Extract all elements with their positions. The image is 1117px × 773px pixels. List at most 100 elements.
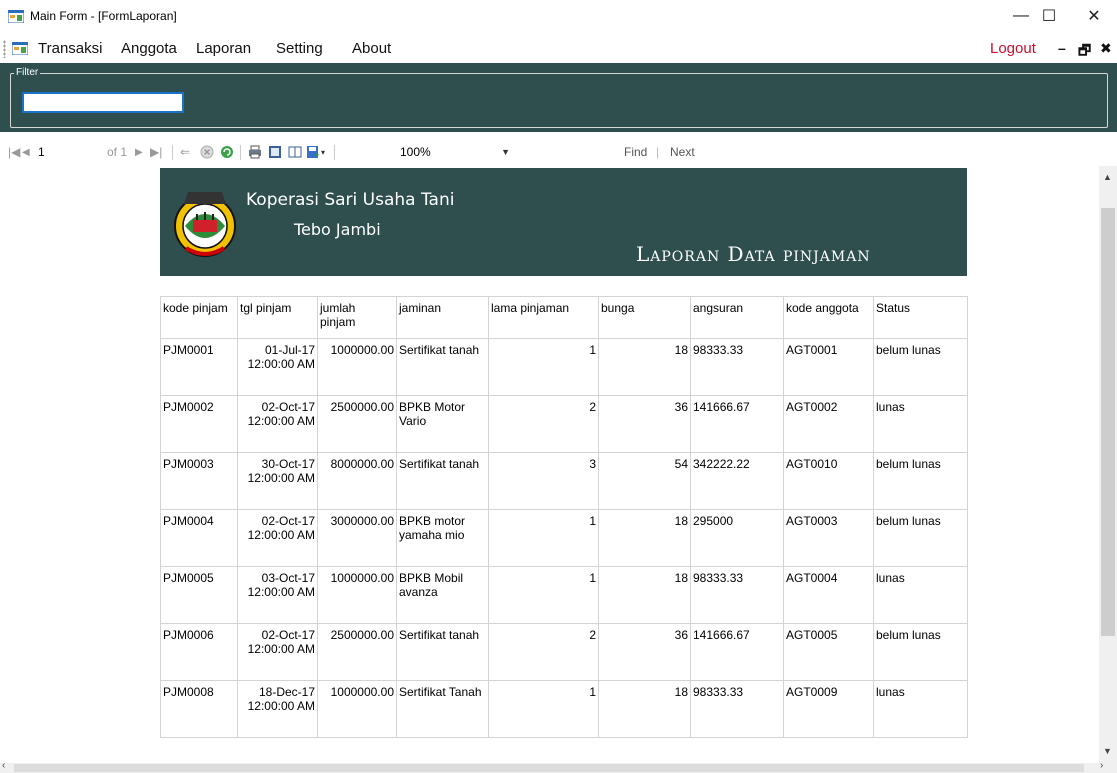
column-header: kode pinjam: [160, 296, 238, 339]
table-cell: 18: [598, 566, 691, 624]
print-layout-icon[interactable]: [268, 145, 282, 159]
column-header: tgl pinjam: [237, 296, 318, 339]
table-row: PJM0008 18-Dec-17 12:00:00 AM 1000000.00 Se…: [160, 680, 968, 738]
table-cell: 36: [598, 623, 691, 681]
page-setup-icon[interactable]: [288, 145, 302, 159]
close-button[interactable]: ✕: [1071, 0, 1117, 32]
table-cell: 2: [488, 395, 599, 453]
menu-laporan[interactable]: Laporan: [196, 40, 251, 57]
horizontal-scroll-thumb[interactable]: [14, 764, 1084, 772]
back-icon[interactable]: ⇐: [180, 145, 190, 159]
stop-icon[interactable]: [200, 145, 214, 159]
table-cell: 2: [488, 623, 599, 681]
chevron-down-icon: ▼: [501, 147, 510, 157]
find-link[interactable]: Find: [624, 145, 647, 159]
table-row: PJM0002 02-Oct-17 12:00:00 AM 2500000.00 BP…: [160, 395, 968, 453]
zoom-select[interactable]: 100% ▼: [396, 143, 514, 163]
column-header: lama pinjaman: [488, 296, 599, 339]
scroll-up-icon[interactable]: ▲: [1103, 172, 1112, 182]
table-cell: Sertifikat tanah: [396, 338, 489, 396]
menu-anggota[interactable]: Anggota: [121, 40, 177, 57]
table-cell: belum lunas: [873, 338, 968, 396]
table-cell: 02-Oct-17 12:00:00 AM: [237, 623, 318, 681]
menu-transaksi[interactable]: Transaksi: [38, 40, 102, 57]
table-cell: belum lunas: [873, 509, 968, 567]
zoom-value: 100%: [400, 145, 431, 159]
vertical-scroll-thumb[interactable]: [1101, 208, 1115, 636]
table-cell: 98333.33: [690, 680, 784, 738]
last-page-icon[interactable]: ▶|: [150, 145, 162, 159]
table-cell: BPKB motor yamaha mio: [396, 509, 489, 567]
logout-menu[interactable]: Logout: [990, 40, 1036, 57]
toolbar-separator: [334, 145, 335, 160]
organization-name: Koperasi Sari Usaha Tani: [246, 190, 455, 210]
table-cell: 1000000.00: [317, 566, 397, 624]
table-cell: belum lunas: [873, 452, 968, 510]
table-cell: PJM0006: [160, 623, 238, 681]
table-cell: PJM0008: [160, 680, 238, 738]
export-icon[interactable]: [306, 145, 320, 159]
table-cell: BPKB Mobil avanza: [396, 566, 489, 624]
table-cell: AGT0003: [783, 509, 874, 567]
column-header: kode anggota: [783, 296, 874, 339]
form-app-icon: [8, 10, 24, 23]
page-number-input[interactable]: 1: [32, 143, 102, 163]
table-cell: 1000000.00: [317, 338, 397, 396]
maximize-button[interactable]: ☐: [1026, 0, 1072, 32]
scroll-down-icon[interactable]: ▼: [1103, 746, 1112, 756]
table-cell: 1: [488, 680, 599, 738]
table-cell: Sertifikat tanah: [396, 452, 489, 510]
column-header: angsuran: [690, 296, 784, 339]
window-title: Main Form - [FormLaporan]: [30, 9, 177, 23]
table-cell: PJM0004: [160, 509, 238, 567]
filter-input[interactable]: [22, 92, 184, 113]
export-dropdown-icon[interactable]: ▾: [321, 148, 325, 157]
column-header: bunga: [598, 296, 691, 339]
table-cell: 02-Oct-17 12:00:00 AM: [237, 509, 318, 567]
table-cell: 295000: [690, 509, 784, 567]
mdi-restore-button[interactable]: 🗗: [1078, 40, 1091, 64]
menu-setting[interactable]: Setting: [276, 40, 323, 57]
table-cell: 1: [488, 338, 599, 396]
mdi-form-icon[interactable]: [12, 42, 28, 55]
table-cell: lunas: [873, 680, 968, 738]
table-cell: 30-Oct-17 12:00:00 AM: [237, 452, 318, 510]
next-page-icon[interactable]: ▶: [135, 147, 143, 158]
cooperative-logo: [174, 192, 236, 257]
refresh-icon[interactable]: [220, 145, 234, 159]
table-cell: 98333.33: [690, 566, 784, 624]
table-cell: 8000000.00: [317, 452, 397, 510]
scroll-right-icon[interactable]: ›: [1100, 760, 1103, 771]
table-cell: AGT0005: [783, 623, 874, 681]
table-cell: PJM0001: [160, 338, 238, 396]
table-cell: AGT0010: [783, 452, 874, 510]
table-cell: lunas: [873, 395, 968, 453]
column-header: jaminan: [396, 296, 489, 339]
table-cell: 2500000.00: [317, 395, 397, 453]
table-cell: AGT0001: [783, 338, 874, 396]
table-cell: 18: [598, 509, 691, 567]
first-page-icon[interactable]: |◀: [8, 145, 20, 159]
menu-about[interactable]: About: [352, 40, 391, 57]
report-toolbar: |◀ ◀ 1 of 1 ▶ ▶| ⇐ ▾ 100% ▼ Find | Next: [0, 140, 1117, 166]
table-cell: belum lunas: [873, 623, 968, 681]
table-cell: lunas: [873, 566, 968, 624]
mdi-close-button[interactable]: ✖: [1100, 40, 1112, 57]
organization-city: Tebo Jambi: [294, 220, 381, 239]
menu-grip-icon: [3, 40, 6, 58]
table-cell: 141666.67: [690, 395, 784, 453]
table-cell: BPKB Motor Vario: [396, 395, 489, 453]
table-header-row: kode pinjam tgl pinjam jumlah pinjam jam…: [160, 296, 968, 339]
print-icon[interactable]: [248, 145, 262, 159]
table-cell: 01-Jul-17 12:00:00 AM: [237, 338, 318, 396]
table-cell: AGT0009: [783, 680, 874, 738]
scroll-left-icon[interactable]: ‹: [2, 760, 5, 771]
next-link[interactable]: Next: [670, 145, 695, 159]
previous-page-icon[interactable]: ◀: [22, 147, 30, 158]
find-input[interactable]: [530, 143, 612, 163]
table-cell: 03-Oct-17 12:00:00 AM: [237, 566, 318, 624]
toolbar-separator: [172, 145, 173, 160]
table-cell: 18: [598, 338, 691, 396]
table-cell: PJM0005: [160, 566, 238, 624]
mdi-minimize-button[interactable]: –: [1058, 40, 1066, 56]
